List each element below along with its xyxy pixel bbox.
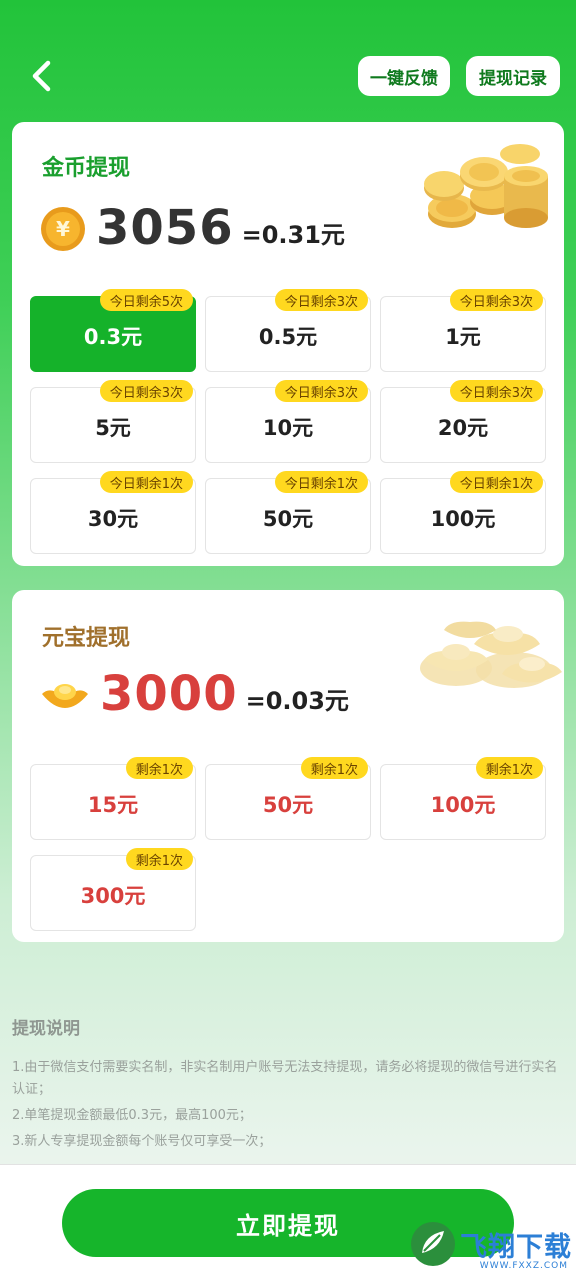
coin-option-2[interactable]: 今日剩余3次 0.5元 bbox=[205, 289, 371, 372]
remaining-badge: 今日剩余3次 bbox=[274, 289, 368, 311]
coin-section-title: 金币提现 bbox=[42, 156, 131, 181]
remaining-badge: 剩余1次 bbox=[125, 757, 193, 779]
ingot-section-title: 元宝提现 bbox=[42, 626, 131, 651]
option-amount: 10元 bbox=[262, 416, 314, 440]
bottom-bar: 立即提现 飞翔下载 WWW.FXXZ.COM bbox=[0, 1164, 576, 1280]
watermark-text: 飞翔下载 bbox=[460, 1231, 572, 1263]
remaining-badge: 今日剩余1次 bbox=[274, 471, 368, 493]
ingot-option-3[interactable]: 剩余1次 100元 bbox=[380, 757, 546, 840]
option-amount: 1元 bbox=[445, 325, 481, 349]
remaining-badge: 今日剩余5次 bbox=[99, 289, 193, 311]
coin-option-1[interactable]: 今日剩余5次 0.3元 bbox=[30, 289, 196, 372]
notes-item: 1.由于微信支付需要实名制，非实名制用户账号无法支持提现，请务必将提现的微信号进… bbox=[12, 1060, 558, 1097]
remaining-badge: 今日剩余3次 bbox=[449, 289, 543, 311]
remaining-badge: 剩余1次 bbox=[300, 757, 368, 779]
remaining-badge: 剩余1次 bbox=[125, 848, 193, 870]
remaining-badge: 剩余1次 bbox=[475, 757, 543, 779]
top-bar: 一键反馈 提现记录 bbox=[0, 0, 576, 120]
option-amount: 300元 bbox=[80, 884, 146, 908]
coin-balance-value: 3056 bbox=[96, 200, 234, 256]
option-amount: 100元 bbox=[430, 793, 496, 817]
ingot-withdraw-card: 元宝提现 3000 =0.03元 剩余1次 15元 剩余1次 50元 剩余1次 … bbox=[12, 590, 564, 942]
option-amount: 50元 bbox=[262, 507, 314, 531]
withdraw-records-button[interactable]: 提现记录 bbox=[466, 56, 560, 96]
remaining-badge: 今日剩余1次 bbox=[99, 471, 193, 493]
feedback-button[interactable]: 一键反馈 bbox=[358, 56, 450, 96]
ingot-balance-row: 3000 =0.03元 bbox=[40, 670, 349, 718]
option-amount: 5元 bbox=[95, 416, 131, 440]
notes-item: 3.新人专享提现金额每个账号仅可享受一次； bbox=[12, 1134, 272, 1149]
coin-stack-illustration bbox=[424, 144, 548, 228]
ingot-option-1[interactable]: 剩余1次 15元 bbox=[30, 757, 196, 840]
coin-option-8[interactable]: 今日剩余1次 50元 bbox=[205, 471, 371, 554]
remaining-badge: 今日剩余3次 bbox=[449, 380, 543, 402]
option-amount: 0.3元 bbox=[83, 325, 143, 349]
ingot-balance-equivalent: =0.03元 bbox=[245, 687, 349, 715]
option-amount: 30元 bbox=[87, 507, 139, 531]
svg-text:¥: ¥ bbox=[56, 217, 70, 241]
notes-item: 2.单笔提现金额最低0.3元，最高100元； bbox=[12, 1108, 252, 1123]
option-amount: 100元 bbox=[430, 507, 496, 531]
gold-coin-icon: ¥ bbox=[41, 207, 85, 251]
coin-option-7[interactable]: 今日剩余1次 30元 bbox=[30, 471, 196, 554]
ingot-option-2[interactable]: 剩余1次 50元 bbox=[205, 757, 371, 840]
coin-balance-row: ¥ 3056 =0.31元 bbox=[40, 204, 345, 252]
coin-option-6[interactable]: 今日剩余3次 20元 bbox=[380, 380, 546, 463]
option-amount: 0.5元 bbox=[258, 325, 318, 349]
coin-balance-equivalent: =0.31元 bbox=[241, 221, 345, 249]
remaining-badge: 今日剩余3次 bbox=[99, 380, 193, 402]
withdraw-notes: 提现说明 1.由于微信支付需要实名制，非实名制用户账号无法支持提现，请务必将提现… bbox=[12, 1014, 564, 1157]
ingot-pile-illustration bbox=[420, 621, 562, 688]
option-amount: 50元 bbox=[262, 793, 314, 817]
ingot-balance-value: 3000 bbox=[100, 666, 238, 722]
notes-title: 提现说明 bbox=[12, 1019, 80, 1039]
remaining-badge: 今日剩余1次 bbox=[449, 471, 543, 493]
coin-option-3[interactable]: 今日剩余3次 1元 bbox=[380, 289, 546, 372]
coin-withdraw-card: 金币提现 ¥ 3056 =0.31元 今日剩余5次 0.3元 今日剩余3次 0.… bbox=[12, 122, 564, 566]
watermark-url: WWW.FXXZ.COM bbox=[479, 1261, 568, 1271]
chevron-left-icon bbox=[32, 60, 51, 92]
coin-option-5[interactable]: 今日剩余3次 10元 bbox=[205, 380, 371, 463]
coin-option-4[interactable]: 今日剩余3次 5元 bbox=[30, 380, 196, 463]
leaf-logo-icon bbox=[411, 1222, 455, 1266]
remaining-badge: 今日剩余3次 bbox=[274, 380, 368, 402]
coin-option-9[interactable]: 今日剩余1次 100元 bbox=[380, 471, 546, 554]
ingot-option-4[interactable]: 剩余1次 300元 bbox=[30, 848, 196, 931]
option-amount: 15元 bbox=[87, 793, 139, 817]
option-amount: 20元 bbox=[437, 416, 489, 440]
back-button[interactable] bbox=[24, 56, 58, 96]
gold-ingot-icon bbox=[42, 684, 88, 708]
